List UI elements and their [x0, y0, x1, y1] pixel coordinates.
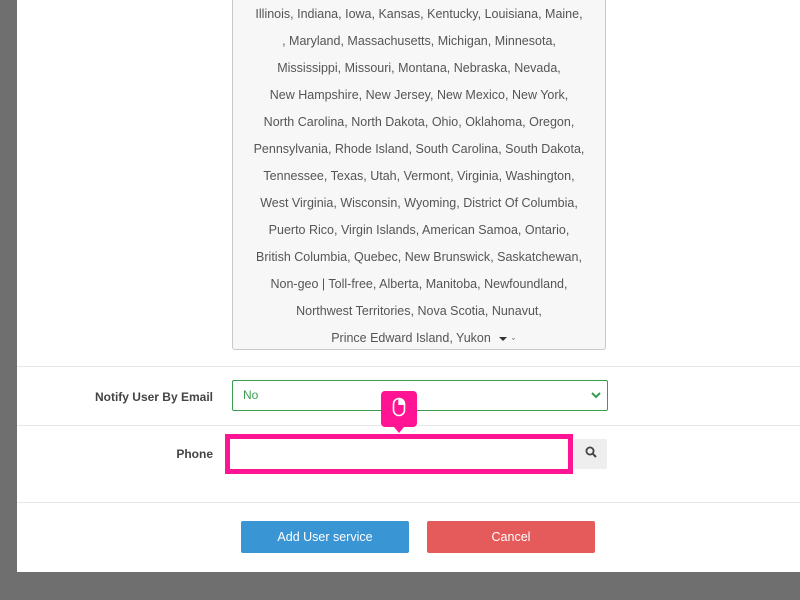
state-option[interactable]: Louisiana: [485, 7, 539, 21]
state-option[interactable]: New Brunswick: [405, 250, 490, 264]
phone-input[interactable]: [225, 434, 573, 474]
states-multiselect[interactable]: Illinois, Indiana, Iowa, Kansas, Kentuck…: [232, 0, 606, 350]
state-option[interactable]: Utah: [370, 169, 396, 183]
state-option[interactable]: Wisconsin: [340, 196, 397, 210]
states-row: Pennsylvania, Rhode Island, South Caroli…: [253, 142, 585, 156]
states-row: Northwest Territories, Nova Scotia, Nuna…: [296, 304, 542, 318]
state-option[interactable]: North Carolina: [264, 115, 345, 129]
state-option[interactable]: New Mexico: [437, 88, 505, 102]
state-option[interactable]: Ontario: [525, 223, 566, 237]
state-option[interactable]: Saskatchewan: [497, 250, 578, 264]
state-option[interactable]: Texas: [331, 169, 364, 183]
state-option[interactable]: Rhode Island: [335, 142, 409, 156]
chevron-down-icon: [591, 381, 601, 422]
state-option[interactable]: Kansas: [378, 7, 420, 21]
states-row: Non-geo | Toll-free, Alberta, Manitoba, …: [270, 277, 568, 291]
state-option[interactable]: American Samoa: [422, 223, 518, 237]
state-option[interactable]: Puerto Rico: [269, 223, 334, 237]
state-option[interactable]: Illinois: [255, 7, 290, 21]
states-row: West Virginia, Wisconsin, Wyoming, Distr…: [260, 196, 578, 210]
states-row: Tennessee, Texas, Utah, Vermont, Virgini…: [263, 169, 575, 183]
state-option[interactable]: New Hampshire: [270, 88, 359, 102]
notify-user-select[interactable]: No: [232, 380, 608, 411]
state-option[interactable]: Michigan: [438, 34, 488, 48]
states-row: British Columbia, Quebec, New Brunswick,…: [256, 250, 582, 264]
state-option[interactable]: South Carolina: [416, 142, 499, 156]
state-option[interactable]: Nebraska: [454, 61, 508, 75]
state-option[interactable]: Missouri: [345, 61, 392, 75]
states-row: North Carolina, North Dakota, Ohio, Okla…: [263, 115, 575, 129]
state-option[interactable]: Manitoba: [426, 277, 477, 291]
state-option[interactable]: Nunavut: [492, 304, 539, 318]
state-option[interactable]: Pennsylvania: [254, 142, 328, 156]
state-option[interactable]: New Jersey: [366, 88, 430, 102]
state-option[interactable]: West Virginia: [260, 196, 333, 210]
states-row: , Maryland, Massachusetts, Michigan, Min…: [282, 34, 556, 48]
add-user-service-button[interactable]: Add User service: [241, 521, 409, 553]
state-option[interactable]: Alberta: [379, 277, 419, 291]
state-option[interactable]: Washington: [506, 169, 572, 183]
state-option[interactable]: South Dakota: [505, 142, 581, 156]
phone-search-button[interactable]: [574, 439, 607, 469]
state-option[interactable]: Virginia: [457, 169, 498, 183]
states-row: New Hampshire, New Jersey, New Mexico, N…: [269, 88, 569, 102]
state-option[interactable]: Virgin Islands: [341, 223, 416, 237]
state-option[interactable]: Kentucky: [427, 7, 478, 21]
state-option[interactable]: Iowa: [345, 7, 371, 21]
state-option[interactable]: Vermont: [404, 169, 451, 183]
cancel-button[interactable]: Cancel: [427, 521, 595, 553]
state-option[interactable]: , Maryland: [282, 34, 340, 48]
phone-label: Phone: [176, 447, 213, 461]
mouse-click-indicator: [381, 391, 417, 433]
state-option[interactable]: Yukon: [456, 331, 491, 345]
state-option[interactable]: Non-geo | Toll-free: [271, 277, 373, 291]
state-option[interactable]: District Of Columbia: [463, 196, 574, 210]
states-row: Mississippi, Missouri, Montana, Nebraska…: [277, 61, 561, 75]
state-option[interactable]: Oklahoma: [465, 115, 522, 129]
divider: [17, 366, 800, 367]
notify-user-selected-value: No: [243, 388, 259, 402]
divider: [17, 502, 800, 503]
chevron-down-icon: ˇ: [512, 337, 515, 347]
state-option[interactable]: Maine: [545, 7, 579, 21]
states-row: Prince Edward Island, Yukon: [243, 325, 595, 349]
state-option[interactable]: Prince Edward Island: [331, 331, 449, 345]
search-icon: [585, 445, 597, 463]
state-option[interactable]: Mississippi: [277, 61, 337, 75]
state-option[interactable]: Montana: [398, 61, 447, 75]
state-option[interactable]: New York: [512, 88, 565, 102]
caret-down-icon[interactable]: [498, 336, 507, 341]
notify-user-label: Notify User By Email: [94, 390, 213, 404]
state-option[interactable]: Indiana: [297, 7, 338, 21]
state-option[interactable]: Ohio: [432, 115, 458, 129]
state-option[interactable]: Nova Scotia: [417, 304, 484, 318]
state-option[interactable]: Oregon: [529, 115, 571, 129]
states-row: Illinois, Indiana, Iowa, Kansas, Kentuck…: [255, 7, 583, 21]
state-option[interactable]: Northwest Territories: [296, 304, 410, 318]
state-option[interactable]: Nevada: [514, 61, 557, 75]
state-option[interactable]: Newfoundland: [484, 277, 564, 291]
state-option[interactable]: Quebec: [354, 250, 398, 264]
state-option[interactable]: Massachusetts: [347, 34, 430, 48]
state-option[interactable]: Tennessee: [263, 169, 323, 183]
mouse-cursor-icon: [392, 397, 406, 422]
state-option[interactable]: British Columbia: [256, 250, 347, 264]
modal-dialog: Illinois, Indiana, Iowa, Kansas, Kentuck…: [17, 0, 800, 572]
state-option[interactable]: Minnesota: [495, 34, 553, 48]
states-row: Puerto Rico, Virgin Islands, American Sa…: [268, 223, 570, 237]
state-option[interactable]: Wyoming: [404, 196, 456, 210]
state-option[interactable]: North Dakota: [351, 115, 425, 129]
